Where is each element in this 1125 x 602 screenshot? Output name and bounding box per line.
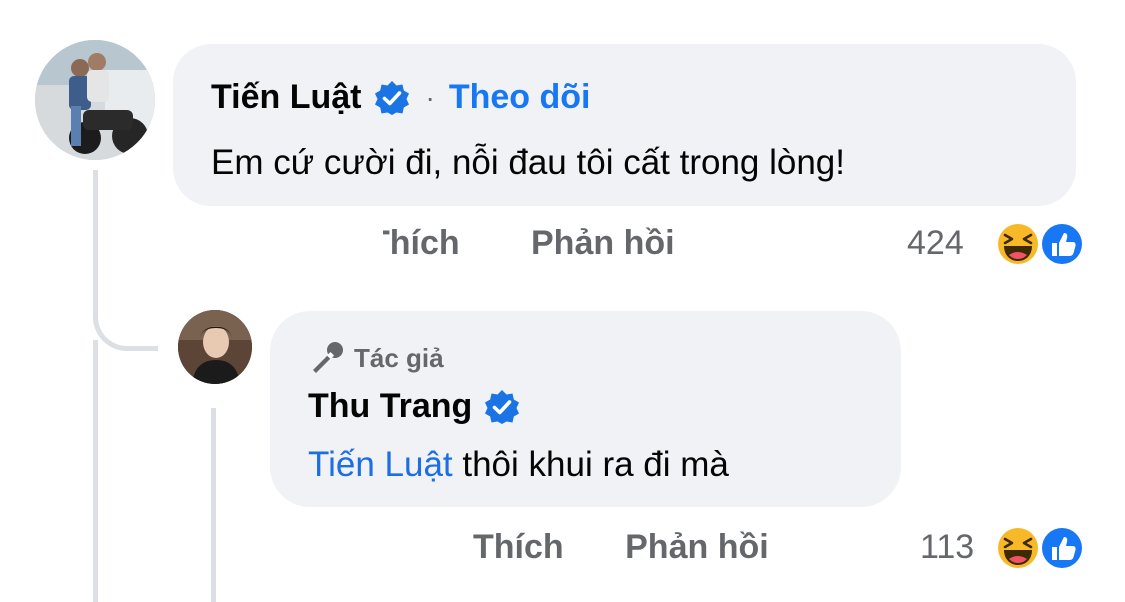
reply-reply-button[interactable]: Phản hồi <box>625 528 769 566</box>
verified-badge-icon <box>374 80 410 116</box>
comment-header: Tiến Luật · Theo dõi <box>211 78 590 117</box>
comment-reactions[interactable] <box>992 218 1092 270</box>
comment-like-button[interactable]: Thích <box>383 224 460 262</box>
follow-button[interactable]: Theo dõi <box>449 78 591 117</box>
author-tag-label: Tác giả <box>354 342 444 373</box>
haha-reaction-icon <box>995 525 1041 571</box>
reply-bubble: Tác giả Thu Trang Tiến Luật thôi khui ra… <box>270 311 901 507</box>
comment-reply-button[interactable]: Phản hồi <box>531 224 675 263</box>
reply-reactions[interactable] <box>992 522 1092 574</box>
reply-author-name[interactable]: Thu Trang <box>308 387 472 426</box>
verified-badge-icon <box>484 389 520 425</box>
comment-actions: Thích Phản hồi <box>383 224 713 263</box>
comment-reaction-count[interactable]: 424 <box>907 224 964 263</box>
thread-line-reply <box>211 408 216 602</box>
thread-line-main <box>93 340 98 602</box>
comment-text: Em cứ cười đi, nỗi đau tôi cất trong lòn… <box>211 143 845 182</box>
reply-text: Tiến Luật thôi khui ra đi mà <box>308 445 729 485</box>
author-tag: Tác giả <box>308 341 444 375</box>
like-reaction-icon <box>1039 525 1085 571</box>
comment-bubble: Tiến Luật · Theo dõi Em cứ cười đi, nỗi … <box>173 44 1076 206</box>
reply-header: Thu Trang <box>308 387 520 426</box>
microphone-icon <box>308 341 346 375</box>
reply-mention-link[interactable]: Tiến Luật <box>308 445 453 484</box>
thread-connector-comment <box>93 170 158 351</box>
like-reaction-icon <box>1039 221 1085 267</box>
reply-text-body: thôi khui ra đi mà <box>452 445 729 484</box>
reply-reaction-count[interactable]: 113 <box>920 528 974 567</box>
reply-actions: Thích Phản hồi <box>473 528 769 567</box>
avatar-tien-luat[interactable] <box>35 40 155 160</box>
reply-like-button[interactable]: Thích <box>473 528 564 566</box>
separator-dot: · <box>425 81 435 113</box>
avatar-thu-trang[interactable] <box>178 310 252 384</box>
haha-reaction-icon <box>995 221 1041 267</box>
comment-author-name[interactable]: Tiến Luật <box>211 78 362 117</box>
